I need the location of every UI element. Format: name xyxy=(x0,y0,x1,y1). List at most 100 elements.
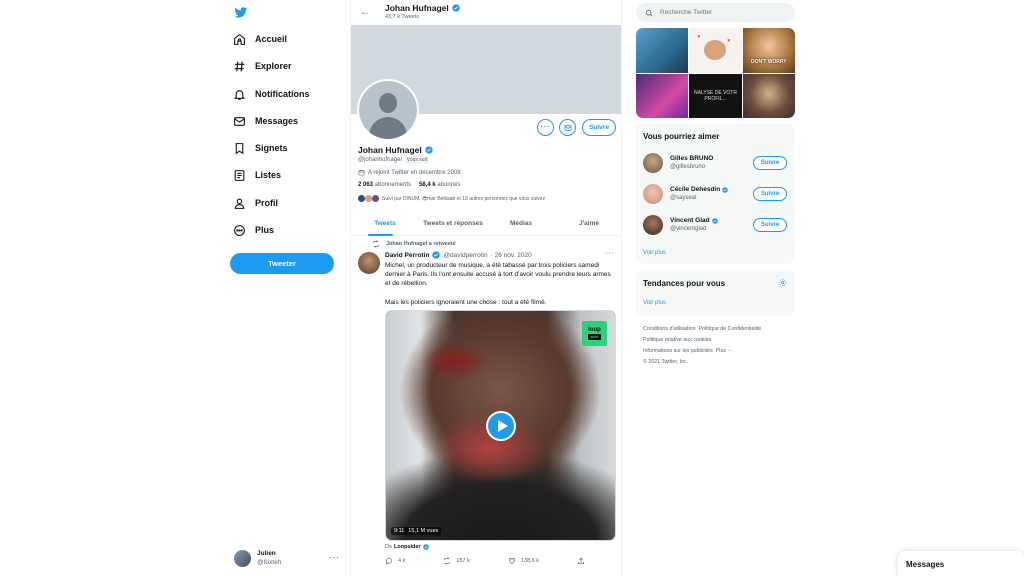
reply-icon xyxy=(385,558,393,565)
tab-tweets-and-replies[interactable]: Tweets et réponses xyxy=(419,212,487,235)
share-button[interactable] xyxy=(577,557,585,565)
from-source-link[interactable]: Loopsider xyxy=(394,544,421,550)
tab-tweets[interactable]: Tweets xyxy=(351,212,419,236)
list-icon xyxy=(231,167,247,183)
avatar xyxy=(643,184,663,204)
nav-messages[interactable]: Messages xyxy=(231,110,298,132)
like-button[interactable]: 138,6 k xyxy=(508,557,539,565)
avatar[interactable] xyxy=(358,252,380,274)
tweet-text-paragraph: Mais les policiers ignoraient une chose … xyxy=(385,298,547,306)
envelope-icon xyxy=(564,124,571,131)
more-options-button[interactable]: ··· xyxy=(537,119,554,136)
suggested-user[interactable]: Cécile Dehesdin @sayseal Suivre xyxy=(636,179,795,209)
nav-home[interactable]: Accueil xyxy=(231,28,287,50)
profile-header-bar: ← Johan Hufnagel 43,7 k Tweets xyxy=(351,0,621,25)
profile-tabs: Tweets Tweets et réponses Médias J'aime xyxy=(351,212,621,236)
gallery-caption: NALYSE DE VOTR PROFIL... xyxy=(694,89,737,102)
follow-button[interactable]: Suivre xyxy=(753,218,787,232)
suggested-user-name: Cécile Dehesdin xyxy=(670,186,721,193)
show-more-link[interactable]: Voir plus xyxy=(643,250,666,256)
hashtag-icon xyxy=(231,58,247,74)
suggested-user[interactable]: Vincent Glad @vincentglad Suivre xyxy=(636,210,795,240)
retweet-button[interactable]: 157 k xyxy=(443,557,470,565)
search-input[interactable] xyxy=(660,9,780,16)
footer-link[interactable]: Informations sur les publicités xyxy=(643,348,713,354)
tweet[interactable]: Johan Hufnagel a retweeté David Perrotin… xyxy=(351,236,621,576)
tweet-text: Michel, un producteur de musique, a été … xyxy=(385,261,615,316)
nav-lists[interactable]: Listes xyxy=(231,164,281,186)
profile-name: Johan Hufnagel xyxy=(358,145,422,155)
tweet-author[interactable]: David Perrotin xyxy=(385,252,429,259)
gallery-image[interactable]: NALYSE DE VOTR PROFIL... xyxy=(689,73,742,118)
followers-link[interactable]: 58,4 k abonnés xyxy=(419,182,460,188)
follows-you-badge: Vous suit xyxy=(404,156,430,164)
suggested-user-name: Gilles BRUNO xyxy=(670,155,714,162)
gallery-image[interactable] xyxy=(742,73,795,118)
retweet-icon xyxy=(372,240,380,248)
profile-column: ← Johan Hufnagel 43,7 k Tweets ··· Suivr… xyxy=(350,0,622,576)
more-dots-icon: ··· xyxy=(329,553,340,562)
footer-link[interactable]: Conditions d'utilisation xyxy=(643,326,696,332)
gallery-image[interactable] xyxy=(636,73,689,118)
suggested-user-handle: @gillesbruno xyxy=(670,164,706,170)
tweet-button[interactable]: Tweeter xyxy=(230,253,334,274)
person-icon xyxy=(231,195,247,211)
message-button[interactable] xyxy=(559,119,576,136)
back-arrow-icon[interactable]: ← xyxy=(360,7,370,18)
followers-label: abonnés xyxy=(437,182,461,188)
follow-button[interactable]: Suivre xyxy=(753,156,787,170)
reply-button[interactable]: 4 k xyxy=(385,557,405,565)
tab-likes[interactable]: J'aime xyxy=(555,212,621,235)
gallery-image[interactable]: ♥ ♥ xyxy=(689,28,742,73)
gear-icon[interactable] xyxy=(778,278,787,287)
gallery-image[interactable]: DON'T WORRY xyxy=(742,28,795,73)
suggested-user[interactable]: Gilles BRUNO @gillesbruno Suivre xyxy=(636,148,795,178)
tweet-video[interactable]: loop sider 9:11 15,1 M vues xyxy=(385,310,616,541)
bell-icon xyxy=(231,86,247,102)
search-icon xyxy=(645,9,653,16)
more-circle-icon xyxy=(231,222,247,238)
nav-notifications-label: Notifications xyxy=(255,89,310,99)
footer-link[interactable]: Plus ··· xyxy=(716,348,733,354)
follow-button[interactable]: Suivre xyxy=(582,119,616,136)
retweeted-by: Johan Hufnagel a retweeté xyxy=(386,241,456,247)
reply-count: 4 k xyxy=(398,558,406,564)
nav-notifications[interactable]: Notifications xyxy=(231,83,310,105)
twitter-bird-icon[interactable] xyxy=(234,6,248,19)
avatar xyxy=(234,549,251,567)
following-link[interactable]: 2 063 abonnements xyxy=(358,182,411,188)
nav-lists-label: Listes xyxy=(255,170,282,180)
nav-messages-label: Messages xyxy=(255,116,299,126)
search-bar[interactable] xyxy=(636,3,795,22)
nav-profile[interactable]: Profil xyxy=(231,192,278,214)
follow-button[interactable]: Suivre xyxy=(753,187,787,201)
who-to-follow-card: Vous pourriez aimer Gilles BRUNO @gilles… xyxy=(636,124,795,264)
tweet-date[interactable]: · 26 nov. 2020 xyxy=(491,252,532,259)
nav-explore-label: Explorer xyxy=(255,61,292,71)
show-more-link[interactable]: Voir plus xyxy=(643,300,666,306)
video-duration: 9:11 xyxy=(394,528,405,534)
who-to-follow-title: Vous pourriez aimer xyxy=(643,132,720,141)
retweet-count: 157 k xyxy=(456,558,470,564)
suggested-user-handle: @sayseal xyxy=(670,195,697,201)
avatar xyxy=(365,195,372,202)
footer-link[interactable]: Politique de Confidentialité xyxy=(699,326,762,332)
nav-profile-label: Profil xyxy=(255,198,279,208)
tab-media[interactable]: Médias xyxy=(487,212,555,235)
footer-links: Conditions d'utilisation Politique de Co… xyxy=(643,324,793,368)
tweet-more-icon[interactable]: ··· xyxy=(605,250,615,257)
avatar xyxy=(358,195,365,202)
nav-home-label: Accueil xyxy=(255,34,288,44)
nav-bookmarks[interactable]: Signets xyxy=(231,137,288,159)
profile-avatar[interactable] xyxy=(357,79,419,141)
tweet-text-paragraph: Michel, un producteur de musique, a été … xyxy=(385,262,611,288)
account-switcher[interactable]: Julien @foxteh ··· xyxy=(234,547,344,569)
followed-by-link[interactable]: Suivi par DINUM, 😎mar Belkaab et 19 autr… xyxy=(358,195,545,202)
messages-drawer[interactable]: Messages xyxy=(898,551,1024,576)
nav-more[interactable]: Plus xyxy=(231,219,274,241)
gallery-image[interactable] xyxy=(636,28,689,73)
play-button[interactable] xyxy=(486,411,516,441)
avatar xyxy=(372,195,379,202)
nav-explore[interactable]: Explorer xyxy=(231,55,292,77)
footer-link[interactable]: Politique relative aux cookies xyxy=(643,337,711,343)
